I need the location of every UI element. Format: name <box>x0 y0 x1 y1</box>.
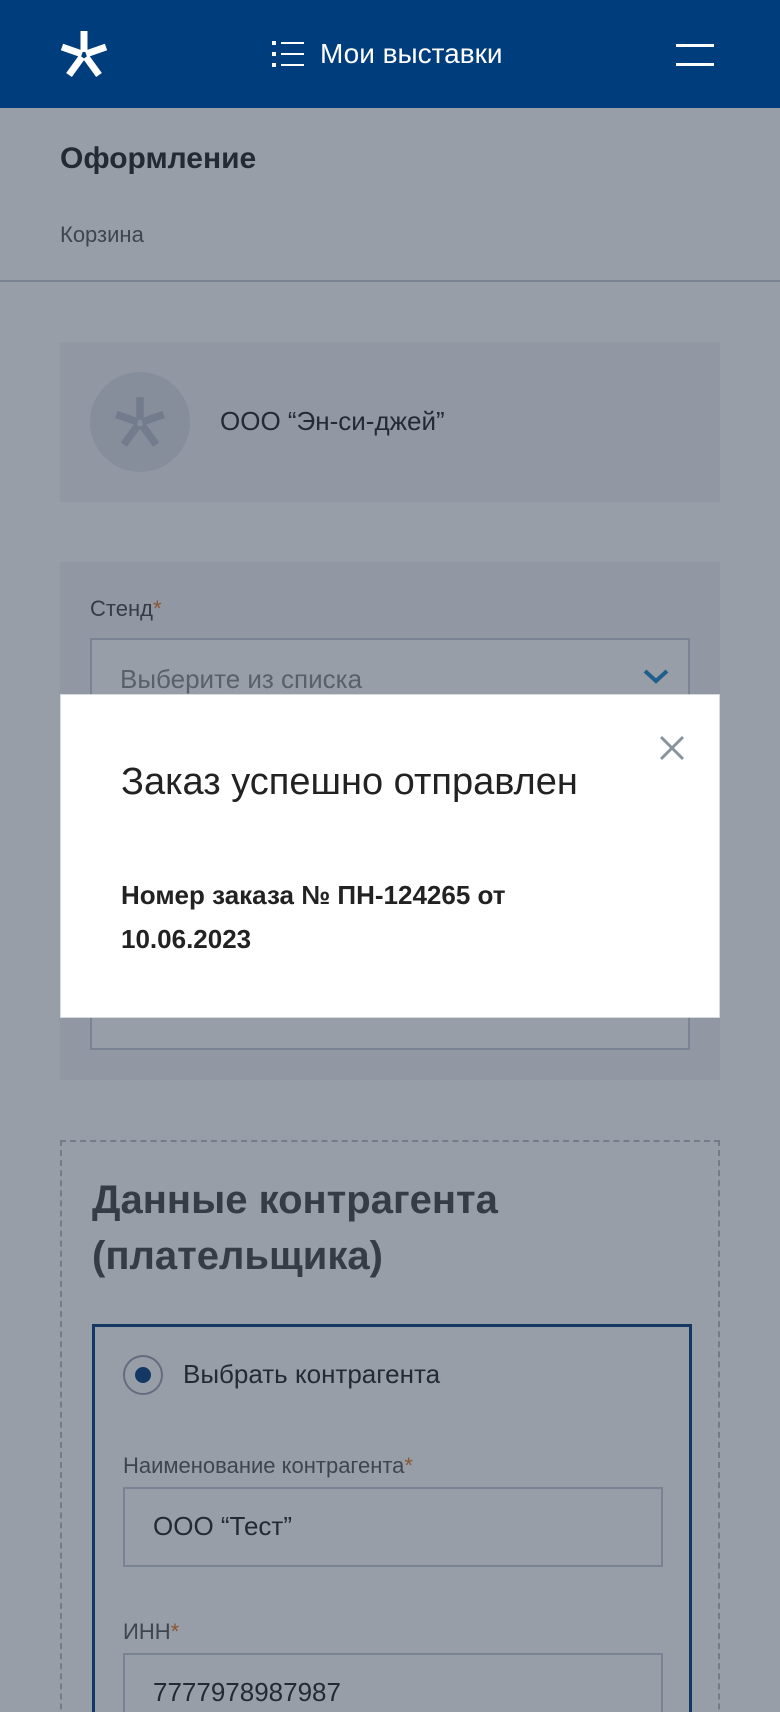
hamburger-menu-icon[interactable] <box>676 42 714 68</box>
order-success-modal: Заказ успешно отправлен Номер заказа № П… <box>60 694 720 1018</box>
order-number-text: Номер заказа № ПН-124265 от 10.06.2023 <box>121 880 506 954</box>
header-title: Мои выставки <box>320 38 503 69</box>
star-logo-icon[interactable] <box>58 28 110 80</box>
close-icon[interactable] <box>657 733 687 763</box>
my-exhibitions-link[interactable]: Мои выставки <box>272 32 502 76</box>
list-icon <box>272 41 304 67</box>
modal-title: Заказ успешно отправлен <box>121 761 578 803</box>
top-header: Мои выставки <box>0 0 780 108</box>
